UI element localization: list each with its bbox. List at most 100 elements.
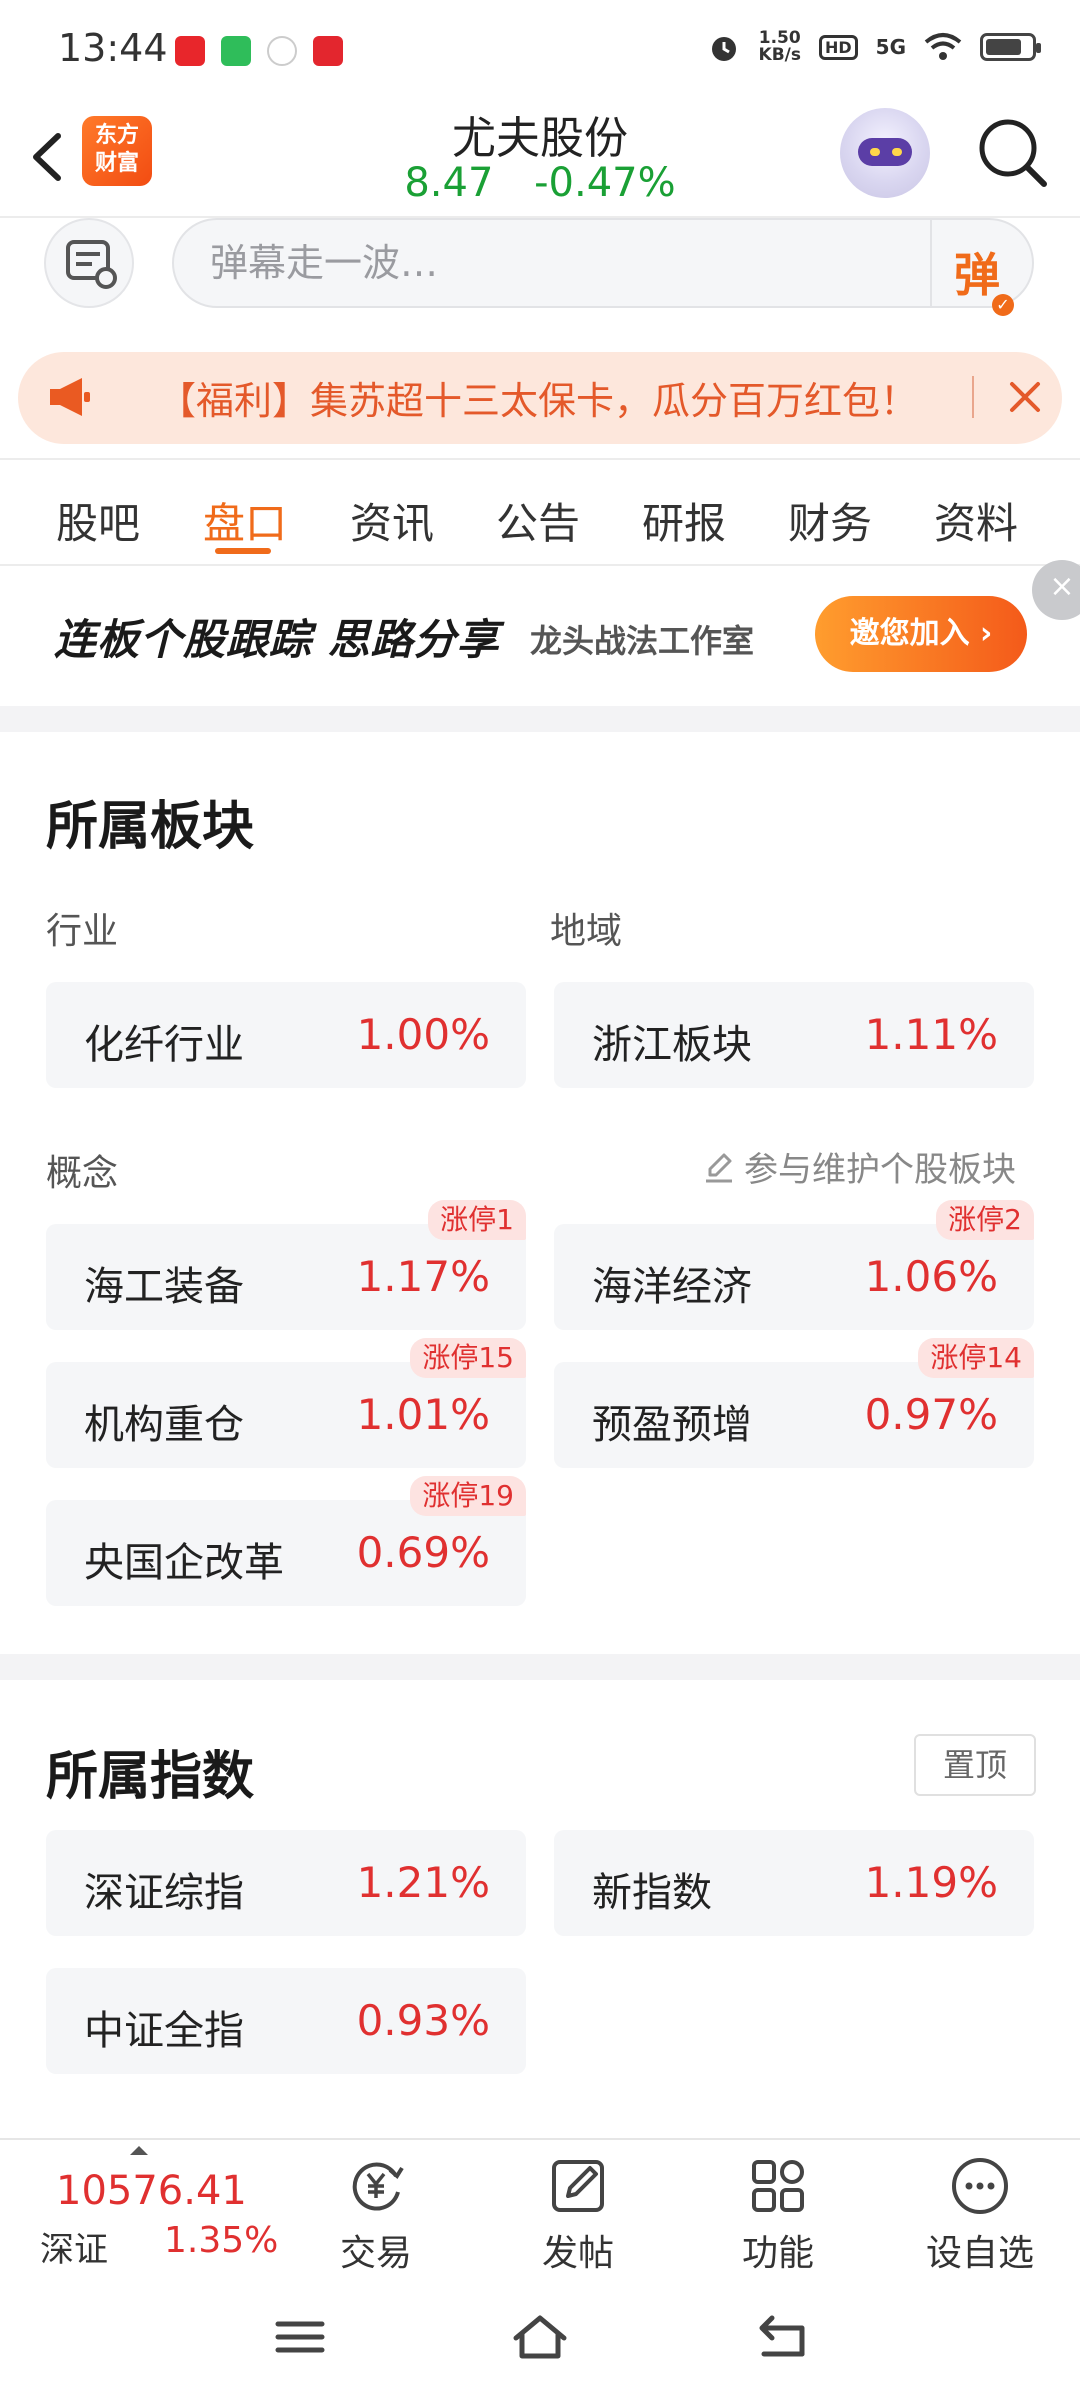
tab-profile[interactable]: 资料 (934, 490, 1018, 551)
ai-assistant-avatar[interactable] (840, 108, 930, 198)
tab-finance[interactable]: 财务 (788, 490, 872, 551)
robot-visor (858, 138, 912, 166)
limit-up-badge: 涨停19 (410, 1476, 526, 1516)
danmu-settings-icon (66, 240, 117, 289)
concept-label: 概念 (46, 1153, 119, 1194)
maintain-link-text: 参与维护个股板块 (744, 1150, 1016, 1190)
tile-pct: 1.00% (356, 1010, 490, 1059)
signal-label: 5G (875, 35, 906, 59)
robot-eye (892, 148, 902, 156)
industry-label: 行业 (46, 911, 119, 952)
tile-pct: 1.01% (356, 1390, 490, 1439)
home-icon[interactable] (510, 2312, 570, 2362)
add-watchlist-button[interactable]: 设自选 (910, 2154, 1050, 2276)
tab-guba[interactable]: 股吧 (56, 490, 140, 551)
industry-tile[interactable]: 化纤行业 1.00% (46, 982, 526, 1088)
stock-change-pct: -0.47% (534, 160, 676, 206)
index-section-title: 所属指数 (46, 1747, 255, 1807)
tile-name: 预盈预增 (592, 1402, 752, 1448)
index-tile[interactable]: 中证全指 0.93% (46, 1968, 526, 2074)
edit-post-icon (552, 2160, 604, 2212)
concept-tile[interactable]: 涨停19 央国企改革 0.69% (46, 1476, 526, 1606)
promo-strip: 【福利】集苏超十三太保卡，瓜分百万红包！ (0, 328, 1080, 458)
stock-price: 8.47 (404, 160, 494, 206)
tile-name: 海洋经济 (592, 1264, 752, 1310)
danmu-send-button[interactable]: 弹 ✓ (954, 232, 1014, 318)
tile-name: 深证综指 (84, 1870, 244, 1916)
functions-label: 功能 (741, 2233, 814, 2274)
stock-header: 东方 财富 尤夫股份 8.47 -0.47% (0, 100, 1080, 218)
concept-tile[interactable]: 涨停14 预盈预增 0.97% (554, 1338, 1034, 1468)
danmu-settings-button[interactable] (44, 218, 134, 308)
pin-top-button[interactable]: 置顶 (914, 1734, 1036, 1796)
promo-separator (972, 376, 974, 418)
tile-pct: 1.17% (356, 1252, 490, 1301)
trade-yen-icon (352, 2162, 404, 2211)
add-watchlist-label: 设自选 (925, 2233, 1034, 2274)
close-icon[interactable] (1002, 374, 1048, 420)
robot-eye (870, 148, 880, 156)
tab-research[interactable]: 研报 (642, 490, 726, 551)
tile-name: 新指数 (592, 1870, 712, 1916)
edit-icon (706, 1153, 732, 1183)
bottom-toolbar: 10576.41 深证 1.35% 交易 发帖 功能 设自选 (0, 2138, 1080, 2274)
megaphone-icon (50, 378, 90, 416)
tile-name: 浙江板块 (592, 1022, 752, 1068)
back-nav-icon[interactable] (752, 2312, 812, 2362)
sector-section-title: 所属板块 (46, 797, 255, 857)
index-pct: 1.35% (164, 2220, 279, 2261)
danmu-bar: 弹幕走一波… 弹 ✓ (0, 218, 1080, 328)
index-tile[interactable]: 深证综指 1.21% (46, 1830, 526, 1936)
menu-icon[interactable] (270, 2312, 330, 2362)
battery-icon (980, 33, 1041, 61)
app-notification-icon (313, 36, 343, 66)
ad-close-icon[interactable]: × (1032, 560, 1080, 620)
tile-name: 央国企改革 (84, 1540, 284, 1586)
ad-join-button[interactable]: 邀您加入 › (815, 596, 1027, 672)
index-value: 10576.41 (56, 2168, 247, 2214)
tile-pct: 0.97% (864, 1390, 998, 1439)
limit-up-badge: 涨停2 (936, 1200, 1034, 1240)
stock-tabs: 股吧 盘口 资讯 公告 研报 财务 资料 (0, 458, 1080, 566)
tile-name: 中证全指 (84, 2008, 244, 2054)
functions-button[interactable]: 功能 (708, 2154, 848, 2276)
app-notification-icon (267, 36, 297, 66)
app-notification-icon (175, 36, 205, 66)
app-notification-icon (221, 36, 251, 66)
tile-pct: 0.69% (356, 1528, 490, 1577)
danmu-send-label: 弹 (954, 248, 1000, 302)
tab-announcements[interactable]: 公告 (496, 490, 580, 551)
ad-banner[interactable]: 连板个股跟踪 思路分享 龙头战法工作室 邀您加入 › × (0, 560, 1080, 706)
search-icon[interactable] (974, 114, 1050, 190)
index-tile[interactable]: 新指数 1.19% (554, 1830, 1034, 1936)
caret-up-icon (130, 2146, 148, 2155)
tile-pct: 1.21% (356, 1858, 490, 1907)
danmu-placeholder: 弹幕走一波… (210, 241, 439, 285)
maintain-sector-link[interactable]: 参与维护个股板块 (700, 1142, 1016, 1191)
net-speed: 1.50 KB/s (759, 30, 801, 64)
trade-button[interactable]: 交易 (306, 2154, 446, 2276)
tab-pankou[interactable]: 盘口 (203, 490, 287, 551)
tile-pct: 0.93% (356, 1996, 490, 2045)
alarm-icon (711, 37, 736, 61)
status-bar: 13:44 1.50 KB/s HD 5G (0, 0, 1080, 100)
ad-title: 连板个股跟踪 思路分享 (54, 615, 500, 664)
concept-tile[interactable]: 涨停2 海洋经济 1.06% (554, 1200, 1034, 1330)
status-right: 1.50 KB/s HD 5G (707, 30, 1041, 64)
status-time: 13:44 (58, 26, 168, 70)
limit-up-badge: 涨停1 (428, 1200, 526, 1240)
tile-name: 机构重仓 (84, 1402, 244, 1448)
post-label: 发帖 (541, 2233, 614, 2274)
danmu-input[interactable]: 弹幕走一波… 弹 ✓ (172, 218, 1034, 316)
index-name: 深证 (40, 2230, 108, 2270)
concept-tile[interactable]: 涨停15 机构重仓 1.01% (46, 1338, 526, 1468)
region-tile[interactable]: 浙江板块 1.11% (554, 982, 1034, 1088)
active-tab-underline (215, 548, 271, 554)
tab-news[interactable]: 资讯 (350, 490, 434, 551)
concept-tile[interactable]: 涨停1 海工装备 1.17% (46, 1200, 526, 1330)
promo-banner[interactable]: 【福利】集苏超十三太保卡，瓜分百万红包！ (18, 352, 1062, 444)
wifi-icon (924, 33, 962, 60)
tile-name: 化纤行业 (84, 1022, 244, 1068)
danmu-divider (930, 220, 932, 306)
post-button[interactable]: 发帖 (508, 2154, 648, 2276)
